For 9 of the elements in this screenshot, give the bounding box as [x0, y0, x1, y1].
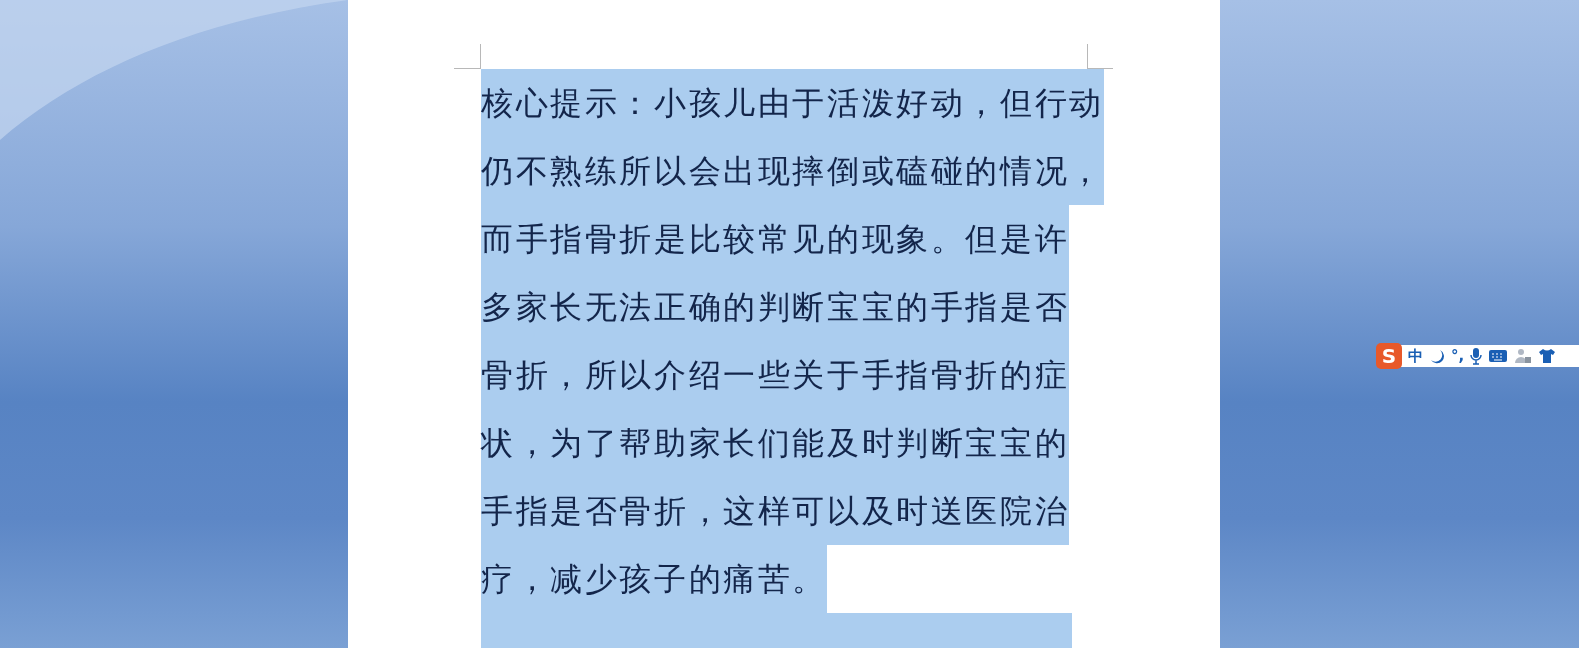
- ime-logo[interactable]: S: [1376, 343, 1402, 369]
- keyboard-icon[interactable]: [1488, 349, 1509, 363]
- microphone-icon[interactable]: [1470, 347, 1483, 365]
- crop-mark: [454, 44, 481, 69]
- person-icon[interactable]: [1514, 348, 1533, 364]
- moon-icon[interactable]: [1429, 348, 1445, 364]
- shirt-icon[interactable]: [1538, 348, 1557, 364]
- punctuation-toggle[interactable]: °,: [1451, 347, 1465, 365]
- input-mode-toggle[interactable]: 中: [1408, 346, 1423, 366]
